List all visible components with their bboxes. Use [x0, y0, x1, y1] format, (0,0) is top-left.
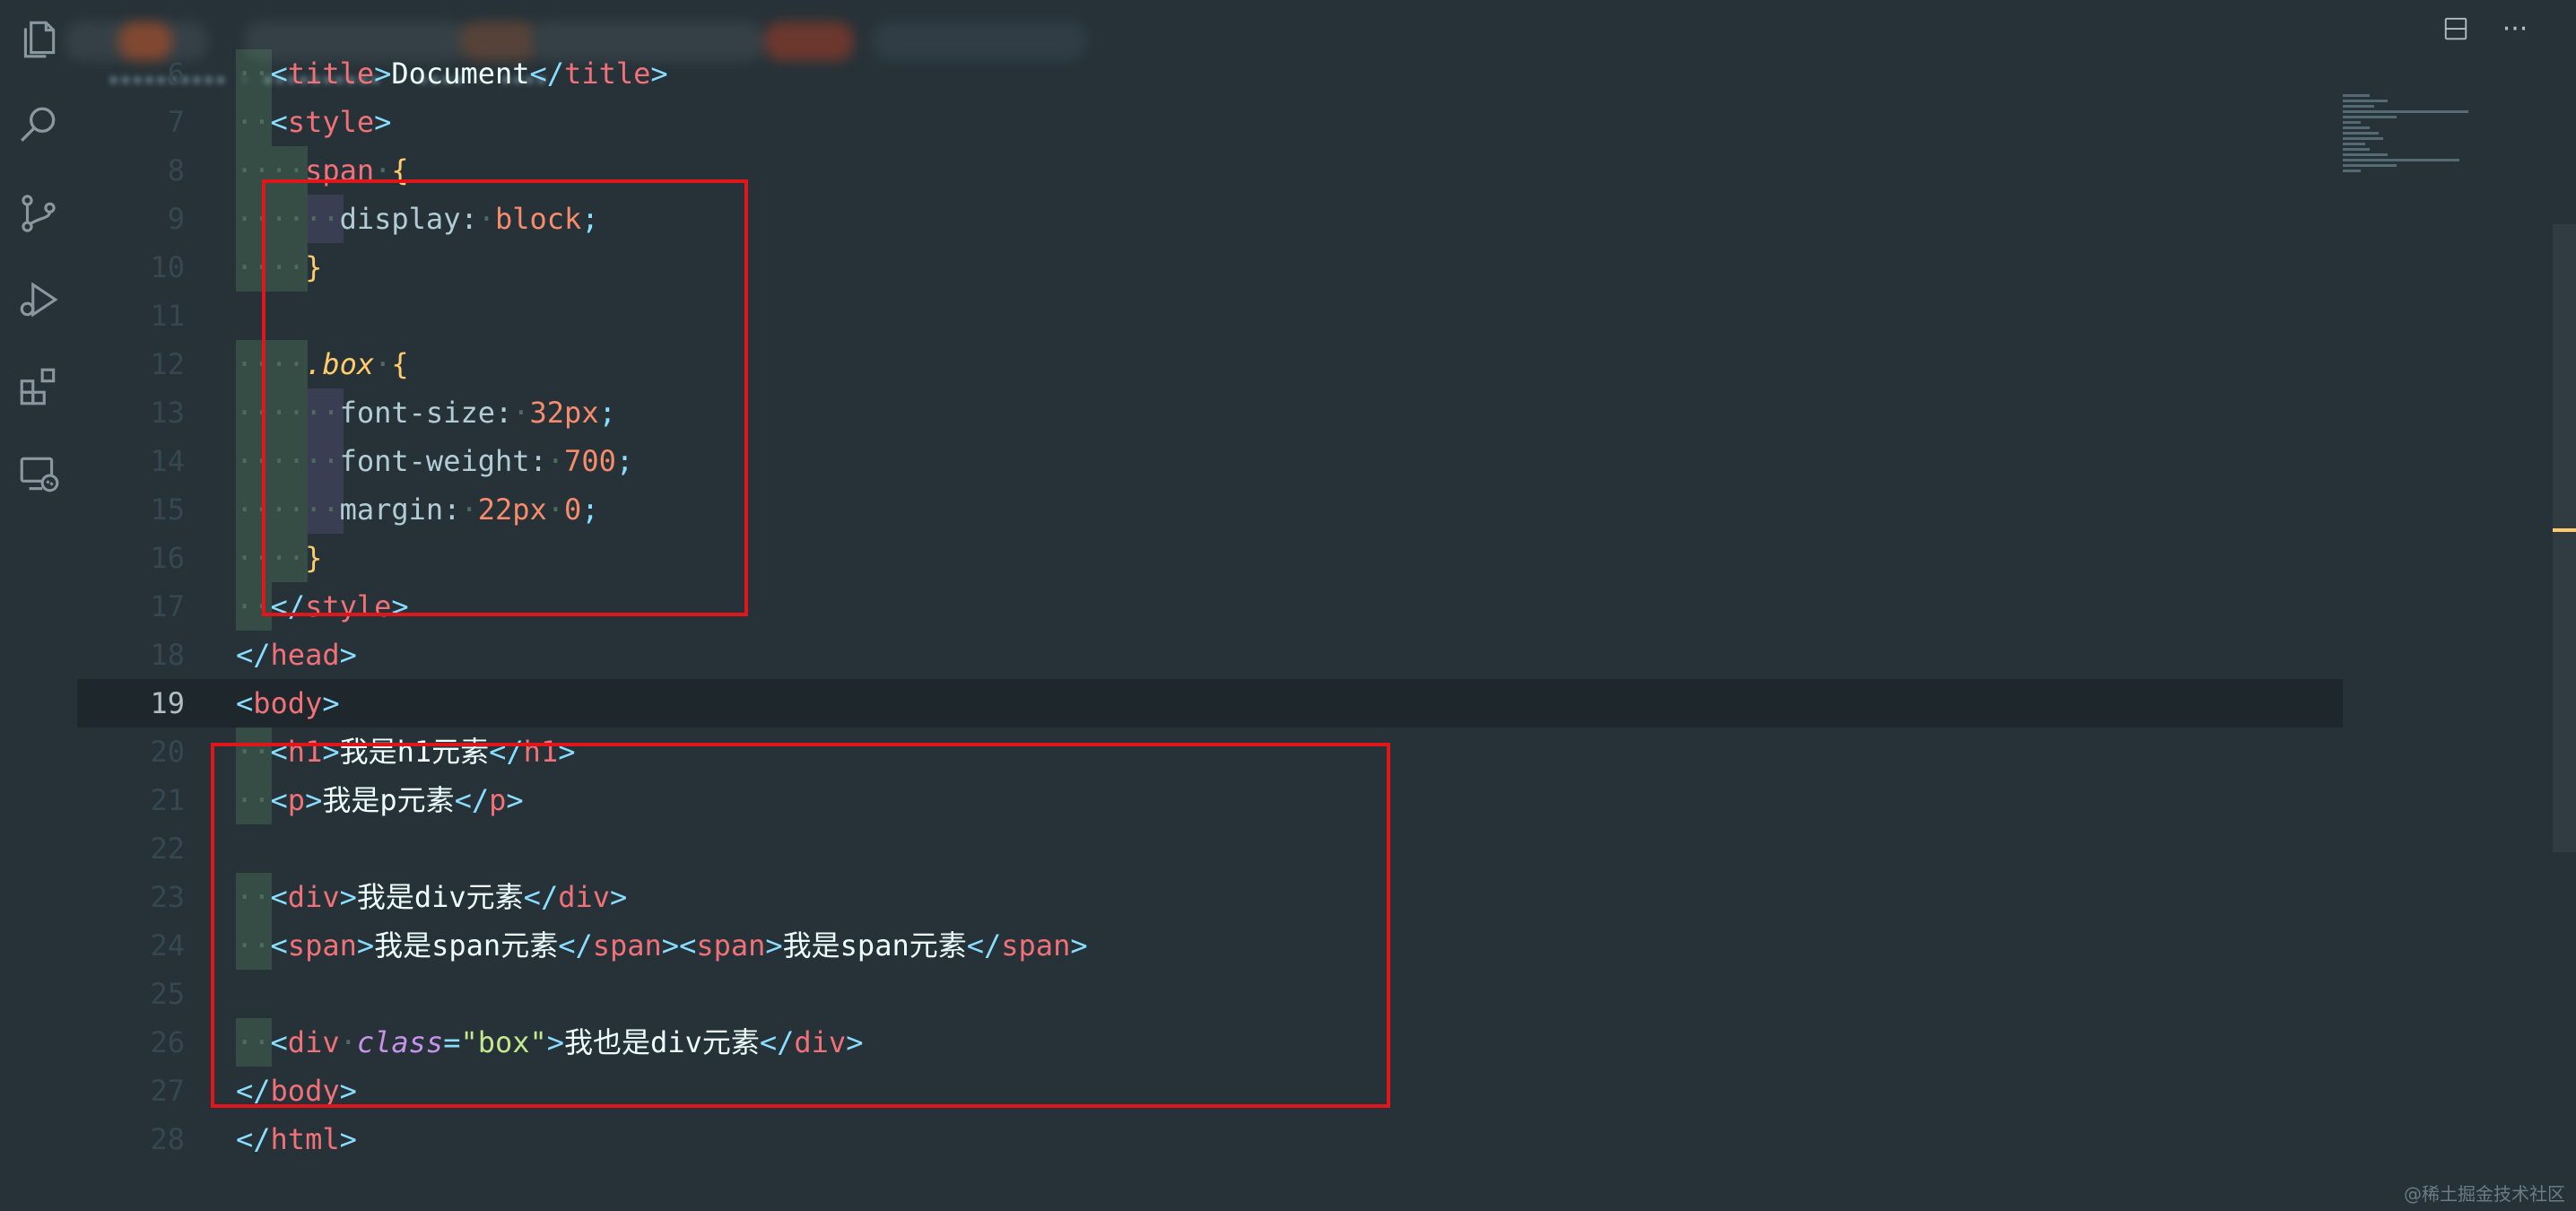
extensions-icon[interactable]	[15, 363, 62, 410]
line-number: 15	[150, 492, 185, 527]
source-control-icon[interactable]	[15, 190, 62, 237]
code-text: ··<style>	[236, 105, 392, 139]
current-line: 19 <body>	[77, 679, 2343, 727]
line-number: 26	[150, 1025, 185, 1059]
editor-actions: ···	[2440, 13, 2531, 45]
split-editor-icon[interactable]	[2440, 13, 2472, 45]
line-number: 27	[150, 1074, 185, 1108]
scrollbar-cursor-marker	[2553, 528, 2576, 532]
remote-explorer-icon[interactable]	[15, 450, 62, 497]
line-number: 21	[150, 783, 185, 817]
code-text: </head>	[236, 638, 357, 672]
more-actions-icon[interactable]: ···	[2499, 13, 2531, 45]
line-number: 17	[150, 589, 185, 623]
line-number: 28	[150, 1122, 185, 1156]
line-number: 8	[167, 153, 185, 187]
code-line: 18 </head>	[77, 631, 2343, 679]
explorer-icon[interactable]	[15, 16, 62, 63]
code-line: 6 ··<title>Document</title>	[77, 49, 2343, 98]
line-number: 11	[150, 299, 185, 333]
highlight-box-style	[262, 179, 748, 616]
line-number: 19	[150, 686, 185, 720]
run-debug-icon[interactable]	[15, 276, 62, 323]
line-number: 18	[150, 638, 185, 672]
code-text: <body>	[236, 686, 340, 720]
line-number: 24	[150, 928, 185, 963]
search-icon[interactable]	[15, 102, 62, 149]
line-number: 13	[150, 396, 185, 430]
minimap[interactable]	[2343, 94, 2477, 220]
code-text: ··<title>Document</title>	[236, 57, 668, 91]
line-number: 20	[150, 735, 185, 769]
line-number: 23	[150, 880, 185, 914]
line-number: 22	[150, 832, 185, 866]
line-number: 16	[150, 541, 185, 575]
line-number: 12	[150, 347, 185, 381]
code-text: </html>	[236, 1122, 357, 1156]
vertical-scrollbar[interactable]	[2553, 224, 2576, 852]
highlight-box-body	[211, 743, 1390, 1108]
line-number: 6	[167, 57, 185, 91]
watermark: @稀土掘金技术社区	[2404, 1183, 2565, 1205]
line-number: 10	[150, 250, 185, 284]
code-line: 7 ··<style>	[77, 98, 2343, 146]
line-number: 7	[167, 105, 185, 139]
line-number: 25	[150, 977, 185, 1011]
code-line: 28 </html>	[77, 1115, 2343, 1163]
activity-bar	[0, 0, 77, 1211]
line-number: 9	[167, 202, 185, 236]
line-number: 14	[150, 444, 185, 478]
